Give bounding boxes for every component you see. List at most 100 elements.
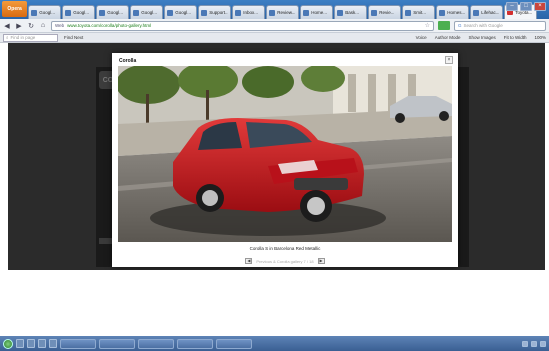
tab-label: Bask...	[345, 10, 359, 15]
zoom-level[interactable]: 100%	[534, 35, 546, 40]
find-toolbar: ⌕ Find in page Find Next Voice Author Mo…	[0, 33, 549, 43]
tab-label: Googl...	[141, 10, 157, 15]
tab-favicon-icon	[31, 9, 38, 16]
browser-tab[interactable]: Googl...	[164, 5, 198, 19]
tab-favicon-icon	[439, 9, 446, 16]
browser-tab-strip: Opera Googl... Googl... Googl... Googl... Go…	[0, 0, 549, 19]
minimize-button[interactable]: –	[506, 2, 518, 11]
tab-label: Googl...	[39, 10, 55, 15]
photo-caption: Corolla S in Barcelona Red Metallic	[249, 246, 321, 251]
addon-icon[interactable]	[438, 21, 450, 30]
address-bar[interactable]: Web www.toyota.com/corolla/photo-gallery…	[51, 20, 434, 31]
taskbar-window-item[interactable]	[99, 338, 135, 349]
maximize-button[interactable]: □	[520, 2, 532, 11]
url-text: www.toyota.com/corolla/photo-gallery.htm…	[67, 23, 152, 28]
show-images-button[interactable]: Show Images	[468, 35, 495, 40]
page-viewport: CO Corolla × Corolla S in Barcelona Red …	[8, 43, 545, 270]
toolbar-right: Voice Author Mode Show Images Fit to Wid…	[416, 35, 546, 40]
taskbar-window-item[interactable]	[60, 338, 96, 349]
pager-text: Previous & Corolla gallery 7 / 18	[256, 258, 314, 264]
photo-gallery-modal: Corolla × Corolla S in Barcelona Red Met…	[112, 53, 458, 267]
previous-photo-button[interactable]: ◀	[245, 258, 253, 264]
tray-icon[interactable]	[531, 340, 537, 347]
taskbar-window-item[interactable]	[177, 338, 213, 349]
back-icon[interactable]: ◀	[3, 22, 11, 30]
find-next-button[interactable]: Find Next	[64, 35, 83, 40]
browser-tab[interactable]: Bask...	[334, 5, 368, 19]
tray-icon[interactable]	[522, 340, 528, 347]
browser-tab[interactable]: Revie...	[368, 5, 402, 19]
tab-label: Review...	[277, 10, 296, 15]
tab-label: Smit...	[413, 10, 426, 15]
close-icon[interactable]: ×	[445, 56, 453, 64]
tab-favicon-icon	[337, 9, 344, 16]
taskbar-quicklaunch-icon[interactable]	[49, 339, 57, 348]
taskbar-quicklaunch-icon[interactable]	[27, 339, 35, 348]
find-placeholder: Find in page	[10, 35, 36, 40]
tab-favicon-icon	[99, 9, 106, 16]
tab-favicon-icon	[201, 9, 208, 16]
system-tray	[522, 340, 546, 347]
browser-tab[interactable]: Review...	[266, 5, 300, 19]
browser-tab[interactable]: Googl...	[130, 5, 164, 19]
windows-taskbar	[0, 336, 549, 351]
navigation-bar: ◀ ▶ ↻ ⌂ Web www.toyota.com/corolla/photo…	[0, 19, 549, 33]
bookmark-star-icon[interactable]: ☆	[425, 22, 430, 29]
tab-favicon-icon	[269, 9, 276, 16]
browser-tab[interactable]: Googl...	[96, 5, 130, 19]
browser-menu-button[interactable]: Opera	[2, 1, 28, 17]
tab-label: Homes...	[447, 10, 466, 15]
tab-label: Googl...	[175, 10, 191, 15]
tab-favicon-icon	[235, 9, 242, 16]
home-icon[interactable]: ⌂	[39, 22, 47, 29]
search-placeholder: Search with Google	[463, 23, 503, 28]
search-engine-icon: G	[458, 23, 462, 28]
tab-favicon-icon	[473, 9, 480, 16]
search-input[interactable]: G Search with Google	[454, 20, 546, 31]
find-input[interactable]: ⌕ Find in page	[3, 33, 58, 42]
site-identity-label: Web	[55, 23, 65, 28]
tab-favicon-icon	[133, 9, 140, 16]
author-mode-button[interactable]: Author Mode	[435, 35, 461, 40]
tab-label: Inbox...	[243, 10, 258, 15]
search-icon: ⌕	[6, 35, 9, 40]
reload-icon[interactable]: ↻	[27, 22, 35, 30]
next-photo-button[interactable]: ▶	[317, 258, 325, 264]
close-window-button[interactable]: ×	[534, 2, 546, 11]
browser-tab[interactable]: Support...	[198, 5, 232, 19]
tab-label: Revie...	[379, 10, 395, 15]
voice-button[interactable]: Voice	[416, 35, 427, 40]
tab-label: Support...	[209, 10, 229, 15]
browser-tab[interactable]: Smit...	[402, 5, 436, 19]
tab-favicon-icon	[405, 9, 412, 16]
tab-favicon-icon	[167, 9, 174, 16]
tab-favicon-icon	[371, 9, 378, 16]
car-photo-image	[118, 66, 452, 242]
taskbar-window-item[interactable]	[138, 338, 174, 349]
tray-icon[interactable]	[540, 340, 546, 347]
tab-label: Lifehac...	[481, 10, 500, 15]
tab-label: Googl...	[107, 10, 123, 15]
page-blank-area	[0, 270, 549, 336]
tab-favicon-icon	[303, 9, 310, 16]
tab-label: Home...	[311, 10, 327, 15]
window-controls: – □ ×	[506, 2, 546, 11]
gallery-title: Corolla	[119, 58, 137, 64]
taskbar-quicklaunch-icon[interactable]	[38, 339, 46, 348]
tab-list: Googl... Googl... Googl... Googl... Googl...…	[28, 4, 538, 19]
forward-icon[interactable]: ▶	[15, 22, 23, 30]
tab-favicon-icon	[65, 9, 72, 16]
gallery-pager: ◀ Previous & Corolla gallery 7 / 18 ▶	[112, 258, 458, 264]
start-button[interactable]	[3, 338, 13, 349]
gallery-photo	[118, 66, 452, 242]
browser-tab[interactable]: Homes...	[436, 5, 470, 19]
browser-tab[interactable]: Lifehac...	[470, 5, 504, 19]
browser-tab[interactable]: Home...	[300, 5, 334, 19]
fit-to-width-button[interactable]: Fit to Width	[504, 35, 527, 40]
taskbar-window-item[interactable]	[216, 338, 252, 349]
tab-label: Googl...	[73, 10, 89, 15]
browser-tab[interactable]: Inbox...	[232, 5, 266, 19]
browser-tab[interactable]: Googl...	[62, 5, 96, 19]
browser-tab[interactable]: Googl...	[28, 5, 62, 19]
taskbar-quicklaunch-icon[interactable]	[16, 339, 24, 348]
